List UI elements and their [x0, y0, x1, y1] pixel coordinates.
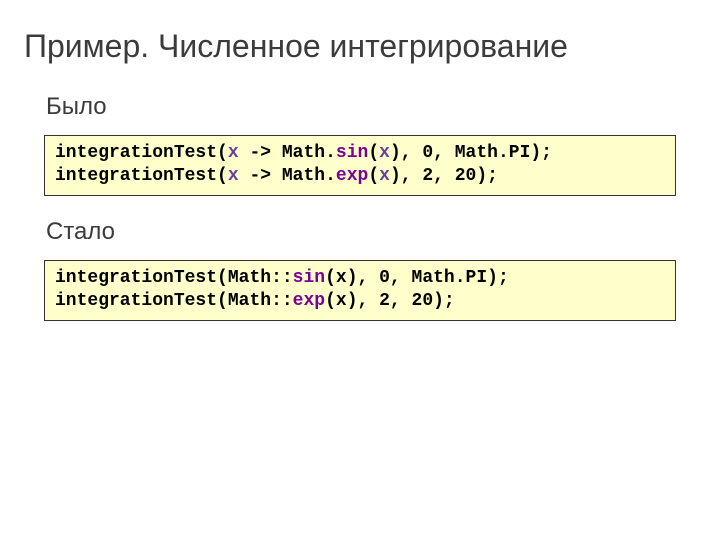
paren-open: ( [368, 166, 379, 186]
paren-close: ) [347, 268, 358, 288]
fn-name: integrationTest [55, 291, 217, 311]
after-label: Стало [46, 218, 696, 246]
slide: Пример. Численное интегрирование Было in… [0, 0, 720, 367]
var-x: x [228, 166, 239, 186]
code-line: integrationTest(x -> Math.exp(x), 2, 20)… [55, 166, 498, 186]
fn-name: integrationTest [55, 143, 217, 163]
method-name: sin [336, 143, 368, 163]
code-line: integrationTest(x -> Math.sin(x), 0, Mat… [55, 143, 552, 163]
method-name: exp [293, 291, 325, 311]
paren-open: ( [217, 291, 228, 311]
paren-close: ) [390, 166, 401, 186]
paren-close: ) [390, 143, 401, 163]
paren-close: ) [347, 291, 358, 311]
class-name: Math [282, 143, 325, 163]
var-x: x [379, 143, 390, 163]
arrow: -> [239, 166, 282, 186]
arg: x [336, 291, 347, 311]
paren-open: ( [368, 143, 379, 163]
dot: . [325, 143, 336, 163]
method-name: exp [336, 166, 368, 186]
class-name: Math [228, 268, 271, 288]
paren-open: ( [217, 166, 228, 186]
rest: , 0, Math.PI); [358, 268, 509, 288]
class-name: Math [282, 166, 325, 186]
rest: , 0, Math.PI); [401, 143, 552, 163]
paren-open: ( [217, 268, 228, 288]
after-code-block: integrationTest(Math::sin(x), 0, Math.PI… [44, 260, 676, 321]
fn-name: integrationTest [55, 166, 217, 186]
var-x: x [379, 166, 390, 186]
method-name: sin [293, 268, 325, 288]
var-x: x [228, 143, 239, 163]
method-ref: :: [271, 291, 293, 311]
method-ref: :: [271, 268, 293, 288]
rest: , 2, 20); [358, 291, 455, 311]
arg: x [336, 268, 347, 288]
before-code-block: integrationTest(x -> Math.sin(x), 0, Mat… [44, 135, 676, 196]
code-line: integrationTest(Math::exp(x), 2, 20); [55, 291, 455, 311]
paren-open: ( [217, 143, 228, 163]
arrow: -> [239, 143, 282, 163]
class-name: Math [228, 291, 271, 311]
before-label: Было [46, 93, 696, 121]
dot: . [325, 166, 336, 186]
paren-open: ( [325, 291, 336, 311]
code-line: integrationTest(Math::sin(x), 0, Math.PI… [55, 268, 509, 288]
paren-open: ( [325, 268, 336, 288]
slide-title: Пример. Численное интегрирование [24, 28, 696, 65]
fn-name: integrationTest [55, 268, 217, 288]
rest: , 2, 20); [401, 166, 498, 186]
